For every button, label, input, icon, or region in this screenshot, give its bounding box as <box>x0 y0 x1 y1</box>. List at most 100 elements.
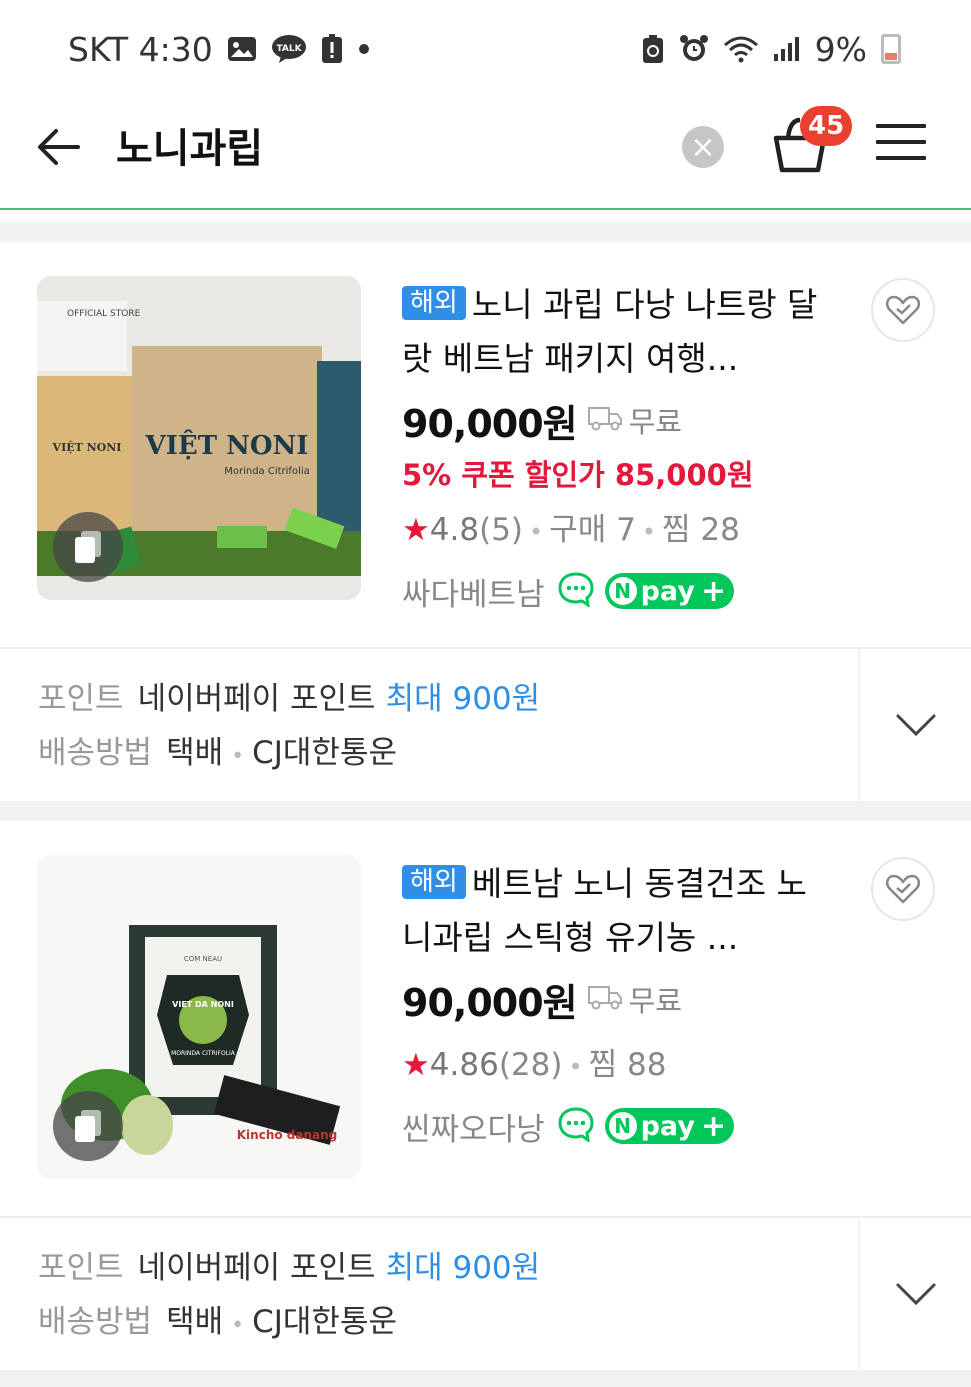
overseas-badge: 해외 <box>402 286 466 320</box>
delivery-value: 택배 <box>166 1304 224 1340</box>
status-bar: SKT 4:30 TALK 9% <box>0 0 971 98</box>
hamburger-icon-line <box>876 124 926 128</box>
svg-text:TALK: TALK <box>276 44 302 54</box>
wish-count: 찜 88 <box>588 1047 667 1083</box>
separator-dot: • <box>529 518 544 546</box>
price: 90,000원 <box>402 401 578 446</box>
arrow-left-icon <box>38 129 80 165</box>
point-max: 최대 900원 <box>385 681 541 717</box>
delivery-value: 택배 <box>166 735 224 771</box>
point-label: 포인트 <box>38 1250 124 1286</box>
separator-dot: • <box>568 1053 583 1081</box>
separator-dot: • <box>231 1313 245 1338</box>
product-card[interactable]: COM NEAU VIET DA NONI MORINDA CITRIFOLIA… <box>0 821 971 1227</box>
back-button[interactable] <box>34 124 84 170</box>
chevron-down-icon <box>896 1283 935 1306</box>
hamburger-icon-line <box>876 140 926 144</box>
naver-n-icon: N <box>608 577 637 605</box>
npay-label: pay <box>640 575 695 607</box>
svg-text:MORINDA CITRIFOLIA: MORINDA CITRIFOLIA <box>171 1050 236 1057</box>
menu-button[interactable] <box>876 124 926 164</box>
gallery-icon <box>227 36 257 62</box>
npay-plus-badge: Npay + <box>604 573 735 609</box>
app-header: 노니과립 × 45 <box>0 98 971 210</box>
point-max: 최대 900원 <box>385 1250 541 1286</box>
benefit-section: 포인트 네이버페이 포인트 최대 900원 배송방법 택배 • CJ대한통운 <box>0 647 971 801</box>
multi-image-icon <box>53 512 123 582</box>
alert-icon <box>321 34 343 64</box>
chevron-down-icon <box>896 714 935 737</box>
plus-icon: + <box>700 573 727 609</box>
truck-icon <box>587 405 623 435</box>
hamburger-icon-line <box>876 156 926 160</box>
svg-text:Kincho danang: Kincho danang <box>237 1128 338 1142</box>
battery-icon <box>881 34 901 64</box>
rating-value: 4.86 <box>429 1047 499 1083</box>
seller-name[interactable]: 씬짜오다낭 <box>402 1104 545 1149</box>
wish-count: 찜 28 <box>661 512 740 548</box>
point-line: 포인트 네이버페이 포인트 최대 900원 <box>38 679 540 719</box>
product-image[interactable]: OFFICIAL STORE VIỆT NONI Morinda Citrifo… <box>37 276 361 600</box>
npay-plus-badge: Npay + <box>604 1108 735 1144</box>
cart-count-badge: 45 <box>800 106 853 146</box>
point-value: 네이버페이 포인트 <box>137 1250 376 1286</box>
separator-dot: • <box>641 518 656 546</box>
point-label: 포인트 <box>38 681 124 717</box>
delivery-line: 배송방법 택배 • CJ대한통운 <box>38 1302 397 1346</box>
section-divider <box>0 801 971 821</box>
status-left: SKT 4:30 TALK <box>68 30 371 69</box>
price: 90,000원 <box>402 980 578 1025</box>
rating-value: 4.8 <box>429 512 480 548</box>
notification-dot-icon <box>357 42 371 56</box>
shipping-fee: 무료 <box>628 405 682 439</box>
product-card[interactable]: OFFICIAL STORE VIỆT NONI Morinda Citrifo… <box>0 242 971 648</box>
star-icon: ★ <box>402 512 430 548</box>
talktalk-icon[interactable] <box>557 571 595 611</box>
rating-row: ★4.86(28) • 찜 88 <box>402 1035 832 1095</box>
star-icon: ★ <box>402 1047 430 1083</box>
seller-name[interactable]: 싸다베트남 <box>402 569 545 614</box>
product-info: 해외 베트남 노니 동결건조 노니과립 스틱형 유기농 ... 90,000원 무… <box>402 857 832 1157</box>
coupon-price: 5% 쿠폰 할인가 85,000원 <box>402 458 754 492</box>
wishlist-button[interactable] <box>871 278 935 342</box>
seller-row: 씬짜오다낭 Npay + <box>402 1095 832 1157</box>
search-query[interactable]: 노니과립 <box>116 116 263 174</box>
naver-n-icon: N <box>608 1112 637 1140</box>
svg-text:VIỆT NONI: VIỆT NONI <box>52 440 122 454</box>
rating-row: ★4.8(5) • 구매 7 • 찜 28 <box>402 500 832 560</box>
svg-text:VIET DA NONI: VIET DA NONI <box>172 1000 234 1009</box>
truck-icon <box>587 984 623 1014</box>
benefit-section: 포인트 네이버페이 포인트 최대 900원 배송방법 택배 • CJ대한통운 <box>0 1216 971 1370</box>
kakaotalk-icon: TALK <box>271 34 307 64</box>
point-value: 네이버페이 포인트 <box>137 681 376 717</box>
product-title[interactable]: 해외 노니 과립 다낭 나트랑 달랏 베트남 패키지 여행... <box>402 278 832 386</box>
wifi-icon <box>723 35 759 63</box>
price-row: 90,000원 무료 <box>402 969 832 1029</box>
seller-row: 싸다베트남 Npay + <box>402 560 832 622</box>
price-row: 90,000원 무료 <box>402 390 832 450</box>
expand-benefit-button[interactable] <box>858 1218 971 1370</box>
review-count: (5) <box>479 512 524 548</box>
npay-label: pay <box>640 1110 695 1142</box>
svg-text:VIỆT NONI: VIỆT NONI <box>145 429 309 461</box>
heart-icon <box>885 295 921 325</box>
multi-image-icon <box>53 1091 123 1161</box>
status-right: 9% <box>641 30 901 69</box>
courier: CJ대한통운 <box>252 735 397 771</box>
shipping-fee: 무료 <box>628 984 682 1018</box>
wishlist-button[interactable] <box>871 857 935 921</box>
purchase-count: 구매 7 <box>549 512 636 548</box>
product-title[interactable]: 해외 베트남 노니 동결건조 노니과립 스틱형 유기농 ... <box>402 857 832 965</box>
svg-text:Morinda Citrifolia: Morinda Citrifolia <box>224 466 310 477</box>
carrier-time: SKT 4:30 <box>68 29 213 69</box>
clear-search-button[interactable]: × <box>682 126 724 168</box>
delivery-label: 배송방법 <box>38 1304 153 1340</box>
heart-icon <box>885 874 921 904</box>
delivery-label: 배송방법 <box>38 735 153 771</box>
alarm-icon <box>679 34 709 64</box>
product-image[interactable]: COM NEAU VIET DA NONI MORINDA CITRIFOLIA… <box>37 855 361 1179</box>
point-line: 포인트 네이버페이 포인트 최대 900원 <box>38 1248 540 1288</box>
talktalk-icon[interactable] <box>557 1106 595 1146</box>
delivery-line: 배송방법 택배 • CJ대한통운 <box>38 733 397 777</box>
expand-benefit-button[interactable] <box>858 649 971 801</box>
